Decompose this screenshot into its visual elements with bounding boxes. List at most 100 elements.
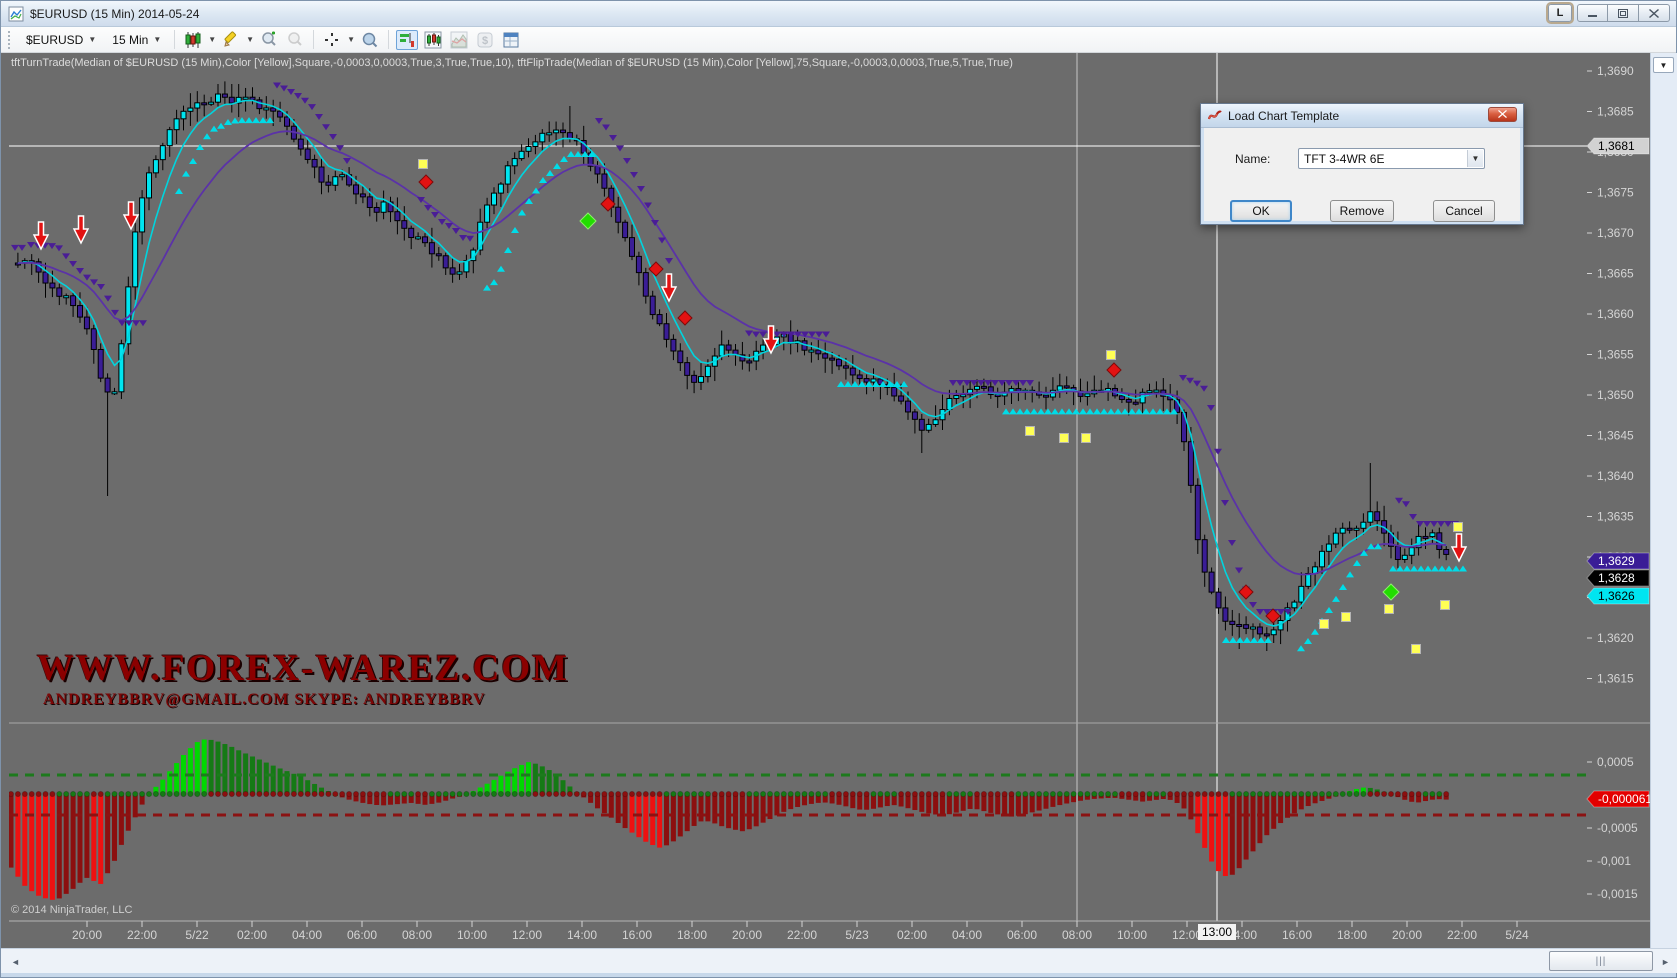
toolbar-separator xyxy=(313,30,314,49)
scroll-left-button[interactable]: ◄ xyxy=(7,952,24,971)
svg-text:22:00: 22:00 xyxy=(1447,928,1477,942)
svg-text:08:00: 08:00 xyxy=(1062,928,1092,942)
svg-text:1,3665: 1,3665 xyxy=(1597,267,1634,281)
svg-text:1,3655: 1,3655 xyxy=(1597,348,1634,362)
svg-text:1,3635: 1,3635 xyxy=(1597,510,1634,524)
toolbar-grip[interactable] xyxy=(8,31,13,49)
svg-text:08:00: 08:00 xyxy=(402,928,432,942)
svg-text:-0,0000613: -0,0000613 xyxy=(1598,792,1650,806)
chevron-down-icon: ▼ xyxy=(1467,150,1483,167)
cancel-button[interactable]: Cancel xyxy=(1433,200,1495,222)
zoom-in-icon xyxy=(260,31,278,49)
svg-text:02:00: 02:00 xyxy=(237,928,267,942)
template-name-value: TFT 3-4WR 6E xyxy=(1304,152,1384,166)
ok-button[interactable]: OK xyxy=(1230,200,1292,222)
regions-icon xyxy=(450,31,468,49)
svg-text:-0,0005: -0,0005 xyxy=(1597,821,1638,835)
bars-panel-button[interactable] xyxy=(422,30,444,50)
app-chart-icon xyxy=(8,6,24,22)
regions-button[interactable] xyxy=(448,30,470,50)
scroll-right-button[interactable]: ► xyxy=(1657,952,1674,971)
dialog-title: Load Chart Template xyxy=(1228,109,1488,123)
svg-text:-0,001: -0,001 xyxy=(1597,854,1631,868)
properties-icon xyxy=(502,31,520,49)
load-chart-template-dialog: Load Chart Template Name: TFT 3-4WR 6E ▼… xyxy=(1200,103,1524,225)
maximize-button[interactable] xyxy=(1608,4,1639,22)
svg-text:13:00: 13:00 xyxy=(1202,925,1232,939)
bars-panel-icon xyxy=(424,31,442,49)
watermark-site: WWW.FOREX-WAREZ.COM xyxy=(37,647,569,690)
toolbar-separator xyxy=(174,30,175,49)
svg-text:02:00: 02:00 xyxy=(897,928,927,942)
chevron-down-icon[interactable]: ▼ xyxy=(208,35,216,44)
svg-text:5/24: 5/24 xyxy=(1505,928,1529,942)
window-title: $EURUSD (15 Min) 2014-05-24 xyxy=(30,7,199,21)
close-icon xyxy=(1649,9,1659,18)
svg-text:18:00: 18:00 xyxy=(1337,928,1367,942)
chart-style-button[interactable] xyxy=(182,30,204,50)
minimize-button[interactable] xyxy=(1577,4,1608,22)
zoom-out-icon xyxy=(286,31,304,49)
chart-style-icon xyxy=(184,31,202,49)
svg-text:-0,0015: -0,0015 xyxy=(1597,887,1638,901)
zoom-in-button[interactable] xyxy=(258,30,280,50)
data-box-button[interactable] xyxy=(359,30,381,50)
svg-text:04:00: 04:00 xyxy=(292,928,322,942)
instrument-dropdown[interactable]: $EURUSD ▼ xyxy=(20,31,102,49)
chevron-down-icon[interactable]: ▼ xyxy=(347,35,355,44)
chevron-down-icon: ▼ xyxy=(88,35,96,44)
svg-text:16:00: 16:00 xyxy=(1282,928,1312,942)
period-dropdown[interactable]: 15 Min ▼ xyxy=(106,31,167,49)
title-bar[interactable]: $EURUSD (15 Min) 2014-05-24 L xyxy=(1,1,1676,27)
svg-text:14:00: 14:00 xyxy=(567,928,597,942)
chart-trader-button[interactable] xyxy=(396,30,418,50)
svg-text:1,3640: 1,3640 xyxy=(1597,469,1634,483)
dialog-title-bar[interactable]: Load Chart Template xyxy=(1201,104,1523,128)
copyright-text: © 2014 NinjaTrader, LLC xyxy=(11,904,132,916)
dollar-button[interactable]: $ xyxy=(474,30,496,50)
svg-text:5/23: 5/23 xyxy=(845,928,869,942)
svg-text:1,3645: 1,3645 xyxy=(1597,429,1634,443)
template-name-select[interactable]: TFT 3-4WR 6E ▼ xyxy=(1298,148,1485,169)
svg-text:12:00: 12:00 xyxy=(1172,928,1202,942)
pencil-icon xyxy=(222,31,240,49)
svg-text:20:00: 20:00 xyxy=(72,928,102,942)
scrollbar-thumb[interactable]: ||| xyxy=(1549,951,1653,971)
svg-text:1,3690: 1,3690 xyxy=(1597,64,1634,78)
svg-text:5/22: 5/22 xyxy=(185,928,209,942)
minimize-icon xyxy=(1588,9,1598,18)
properties-button[interactable] xyxy=(500,30,522,50)
maximize-icon xyxy=(1618,9,1628,18)
dialog-close-button[interactable] xyxy=(1488,107,1517,122)
name-label: Name: xyxy=(1235,152,1298,166)
data-box-icon xyxy=(361,31,379,49)
lock-button[interactable]: L xyxy=(1548,4,1572,22)
svg-text:10:00: 10:00 xyxy=(1117,928,1147,942)
indicator-parameters-text: tftTurnTrade(Median of $EURUSD (15 Min),… xyxy=(11,57,1571,69)
crosshair-button[interactable] xyxy=(321,30,343,50)
chevron-down-icon[interactable]: ▼ xyxy=(246,35,254,44)
axis-dropdown-button[interactable]: ▼ xyxy=(1653,57,1674,73)
svg-text:06:00: 06:00 xyxy=(347,928,377,942)
svg-text:18:00: 18:00 xyxy=(677,928,707,942)
svg-text:1,3675: 1,3675 xyxy=(1597,186,1634,200)
svg-text:20:00: 20:00 xyxy=(1392,928,1422,942)
svg-text:20:00: 20:00 xyxy=(732,928,762,942)
svg-text:12:00: 12:00 xyxy=(512,928,542,942)
toolbar: $EURUSD ▼ 15 Min ▼ ▼ ▼ xyxy=(1,27,1676,53)
zoom-out-button[interactable] xyxy=(284,30,306,50)
close-button[interactable] xyxy=(1639,4,1670,22)
svg-text:04:00: 04:00 xyxy=(952,928,982,942)
chart-trader-icon xyxy=(398,31,416,49)
horizontal-scrollbar[interactable]: ◄ ||| ► xyxy=(1,948,1677,973)
svg-text:$: $ xyxy=(482,35,488,47)
app-window: $EURUSD (15 Min) 2014-05-24 L $EURUSD ▼ xyxy=(0,0,1677,978)
svg-text:1,3681: 1,3681 xyxy=(1598,139,1635,153)
svg-text:22:00: 22:00 xyxy=(787,928,817,942)
draw-button[interactable] xyxy=(220,30,242,50)
svg-text:1,3670: 1,3670 xyxy=(1597,226,1634,240)
svg-text:1,3650: 1,3650 xyxy=(1597,388,1634,402)
remove-button[interactable]: Remove xyxy=(1330,200,1394,222)
svg-text:1,3685: 1,3685 xyxy=(1597,105,1634,119)
period-label: 15 Min xyxy=(112,33,148,47)
